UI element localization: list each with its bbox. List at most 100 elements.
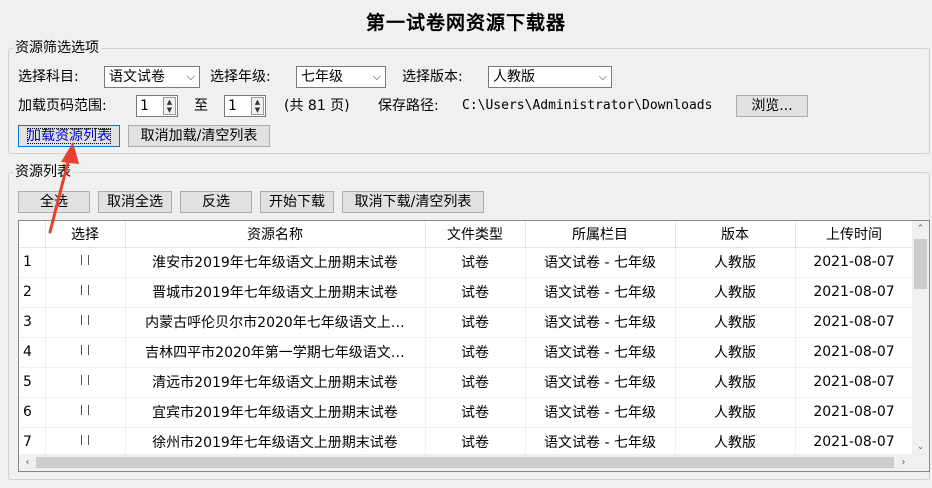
table-header-row: 选择 资源名称 文件类型 所属栏目 版本 上传时间 [19,221,914,248]
row-edition: 人教版 [675,247,796,278]
edition-select[interactable]: 人教版 ⌵ [488,66,612,88]
table-row[interactable]: 2 晋城市2019年七年级语文上册期末试卷 试卷 语文试卷 - 七年级 人教版 2021-… [19,277,914,308]
horizontal-scroll-thumb[interactable] [36,457,894,468]
vertical-scroll-thumb[interactable] [914,239,927,289]
row-name: 徐州市2019年七年级语文上册期末试卷 [125,427,426,458]
chevron-down-icon[interactable]: ▼ [164,106,175,114]
row-edition: 人教版 [675,277,796,308]
chevron-up-icon[interactable]: ▲ [164,98,175,106]
resource-table[interactable]: 选择 资源名称 文件类型 所属栏目 版本 上传时间 1 淮安市2019年七年级语文… [18,220,930,472]
row-name: 淮安市2019年七年级语文上册期末试卷 [125,247,426,278]
row-select-checkbox[interactable] [45,277,126,308]
table-row[interactable]: 1 淮安市2019年七年级语文上册期末试卷 试卷 语文试卷 - 七年级 人教版 2021-… [19,247,914,278]
row-select-checkbox[interactable] [45,397,126,428]
row-date: 2021-08-07 [795,337,914,368]
invert-selection-button[interactable]: 反选 [180,191,252,213]
save-path-label: 保存路径: [378,98,439,114]
row-select-checkbox[interactable] [45,307,126,338]
scroll-right-icon[interactable]: › [895,454,912,471]
row-date: 2021-08-07 [795,367,914,398]
row-name: 吉林四平市2020年第一学期七年级语文… [125,337,426,368]
column-header-name[interactable]: 资源名称 [125,221,426,248]
column-header-date[interactable]: 上传时间 [795,221,914,248]
row-select-checkbox[interactable] [45,247,126,278]
chevron-down-icon[interactable]: ▼ [252,106,263,114]
horizontal-scrollbar[interactable]: ‹ › [19,454,929,471]
checkbox-icon[interactable] [79,314,91,326]
row-index: 5 [19,367,46,398]
scroll-down-icon[interactable]: ⌄ [912,439,929,455]
grade-select[interactable]: 七年级 ⌵ [296,66,386,88]
checkbox-icon[interactable] [79,434,91,446]
page-from-spinner[interactable]: 1 ▲ ▼ [136,95,178,117]
scroll-up-icon[interactable]: ⌃ [912,221,929,237]
page-to-spinner[interactable]: 1 ▲ ▼ [224,95,266,117]
row-category: 语文试卷 - 七年级 [525,277,676,308]
to-label: 至 [194,98,208,114]
row-category: 语文试卷 - 七年级 [525,367,676,398]
row-edition: 人教版 [675,427,796,458]
start-download-button[interactable]: 开始下载 [260,191,334,213]
app-title: 第一试卷网资源下载器 [365,12,566,34]
scroll-left-icon[interactable]: ‹ [19,454,36,471]
total-pages-text: (共 81 页) [284,98,350,114]
save-path-text: C:\Users\Administrator\Downloads [462,98,713,113]
spinner-buttons[interactable]: ▲ ▼ [251,97,264,115]
column-header-type[interactable]: 文件类型 [425,221,526,248]
resource-grid: 选择 资源名称 文件类型 所属栏目 版本 上传时间 1 淮安市2019年七年级语文… [19,221,914,458]
row-index: 6 [19,397,46,428]
column-header-edition[interactable]: 版本 [675,221,796,248]
row-type: 试卷 [425,277,526,308]
row-edition: 人教版 [675,337,796,368]
subject-select-value: 语文试卷 [109,69,165,85]
filter-group-legend: 资源筛选选项 [13,39,101,57]
grade-select-value: 七年级 [301,69,343,85]
row-select-checkbox[interactable] [45,337,126,368]
row-select-checkbox[interactable] [45,427,126,458]
row-index: 2 [19,277,46,308]
row-date: 2021-08-07 [795,427,914,458]
row-index: 4 [19,337,46,368]
row-name: 宜宾市2019年七年级语文上册期末试卷 [125,397,426,428]
browse-button[interactable]: 浏览... [736,95,808,117]
checkbox-icon[interactable] [79,404,91,416]
page-from-value: 1 [140,98,149,114]
row-category: 语文试卷 - 七年级 [525,247,676,278]
row-name: 晋城市2019年七年级语文上册期末试卷 [125,277,426,308]
cancel-download-button[interactable]: 取消下载/清空列表 [342,191,484,213]
checkbox-icon[interactable] [79,284,91,296]
row-type: 试卷 [425,247,526,278]
row-date: 2021-08-07 [795,307,914,338]
table-row[interactable]: 4 吉林四平市2020年第一学期七年级语文… 试卷 语文试卷 - 七年级 人教版 2021… [19,337,914,368]
checkbox-icon[interactable] [79,254,91,266]
checkbox-icon[interactable] [79,344,91,356]
row-type: 试卷 [425,427,526,458]
vertical-scrollbar[interactable]: ⌃ ⌄ [912,221,929,455]
table-row[interactable]: 6 宜宾市2019年七年级语文上册期末试卷 试卷 语文试卷 - 七年级 人教版 2021-… [19,397,914,428]
row-index: 1 [19,247,46,278]
row-index: 3 [19,307,46,338]
chevron-up-icon[interactable]: ▲ [252,98,263,106]
chevron-down-icon: ⌵ [598,70,607,83]
table-row[interactable]: 7 徐州市2019年七年级语文上册期末试卷 试卷 语文试卷 - 七年级 人教版 2021-… [19,427,914,458]
page-to-value: 1 [228,98,237,114]
table-row[interactable]: 5 清远市2019年七年级语文上册期末试卷 试卷 语文试卷 - 七年级 人教版 2021-… [19,367,914,398]
deselect-all-button[interactable]: 取消全选 [98,191,172,213]
cancel-load-button[interactable]: 取消加载/清空列表 [128,125,270,147]
spinner-buttons[interactable]: ▲ ▼ [163,97,176,115]
row-category: 语文试卷 - 七年级 [525,427,676,458]
row-date: 2021-08-07 [795,397,914,428]
checkbox-icon[interactable] [79,374,91,386]
row-edition: 人教版 [675,367,796,398]
row-type: 试卷 [425,367,526,398]
subject-label: 选择科目: [18,69,79,85]
row-type: 试卷 [425,337,526,368]
column-header-category[interactable]: 所属栏目 [525,221,676,248]
edition-select-value: 人教版 [493,69,535,85]
row-category: 语文试卷 - 七年级 [525,337,676,368]
row-select-checkbox[interactable] [45,367,126,398]
subject-select[interactable]: 语文试卷 ⌵ [104,66,200,88]
grade-label: 选择年级: [210,69,271,85]
table-row[interactable]: 3 内蒙古呼伦贝尔市2020年七年级语文上… 试卷 语文试卷 - 七年级 人教版 2021… [19,307,914,338]
page-range-label: 加载页码范围: [18,98,107,114]
